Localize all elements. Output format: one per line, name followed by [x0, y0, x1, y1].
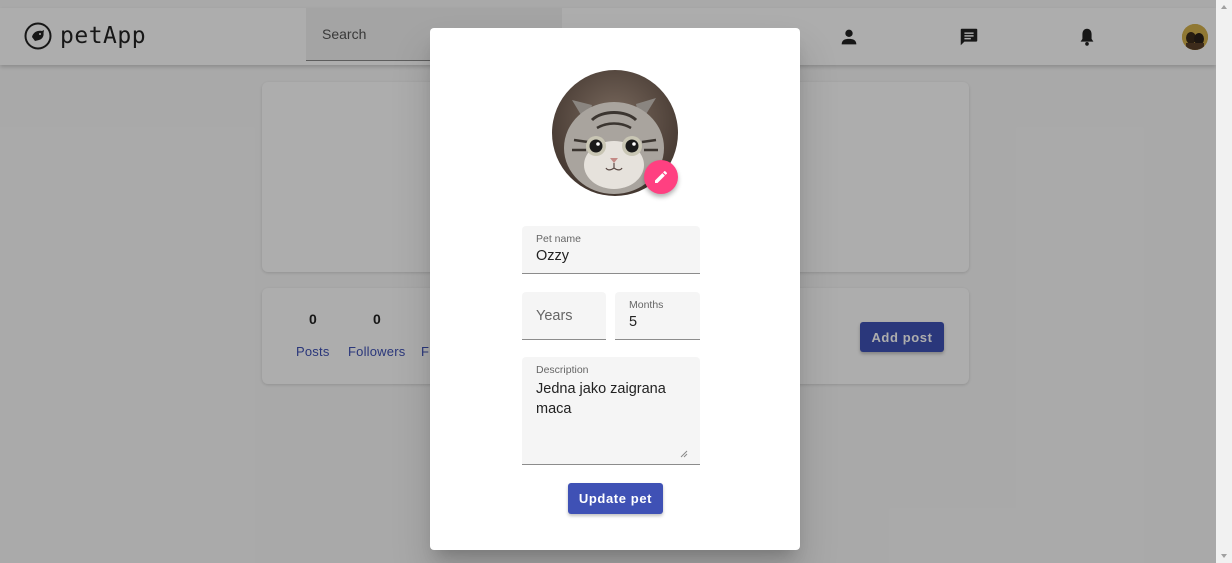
pencil-icon	[655, 170, 668, 183]
scroll-up-icon[interactable]	[1221, 5, 1227, 9]
page-scrollbar[interactable]	[1216, 0, 1232, 563]
pet-name-input[interactable]: Ozzy	[536, 248, 569, 264]
months-field[interactable]: Months 5	[615, 292, 700, 340]
months-label: Months	[629, 299, 664, 311]
description-label: Description	[536, 364, 589, 376]
description-textarea[interactable]: Jedna jako zaigrana maca	[536, 379, 686, 419]
resize-grip-icon[interactable]	[680, 450, 688, 458]
scroll-down-icon[interactable]	[1221, 554, 1227, 558]
pet-name-label: Pet name	[536, 233, 581, 245]
update-pet-button[interactable]: Update pet	[568, 483, 663, 514]
description-field[interactable]: Description Jedna jako zaigrana maca	[522, 357, 700, 465]
edit-photo-button[interactable]	[644, 160, 678, 194]
page: petApp Search 0 0 Posts Followers F Add …	[0, 0, 1232, 563]
edit-pet-dialog: Pet name Ozzy Years Months 5 Description…	[430, 28, 800, 550]
years-placeholder: Years	[536, 308, 573, 324]
years-field[interactable]: Years	[522, 292, 606, 340]
months-input[interactable]: 5	[629, 314, 637, 330]
pet-name-field[interactable]: Pet name Ozzy	[522, 226, 700, 274]
